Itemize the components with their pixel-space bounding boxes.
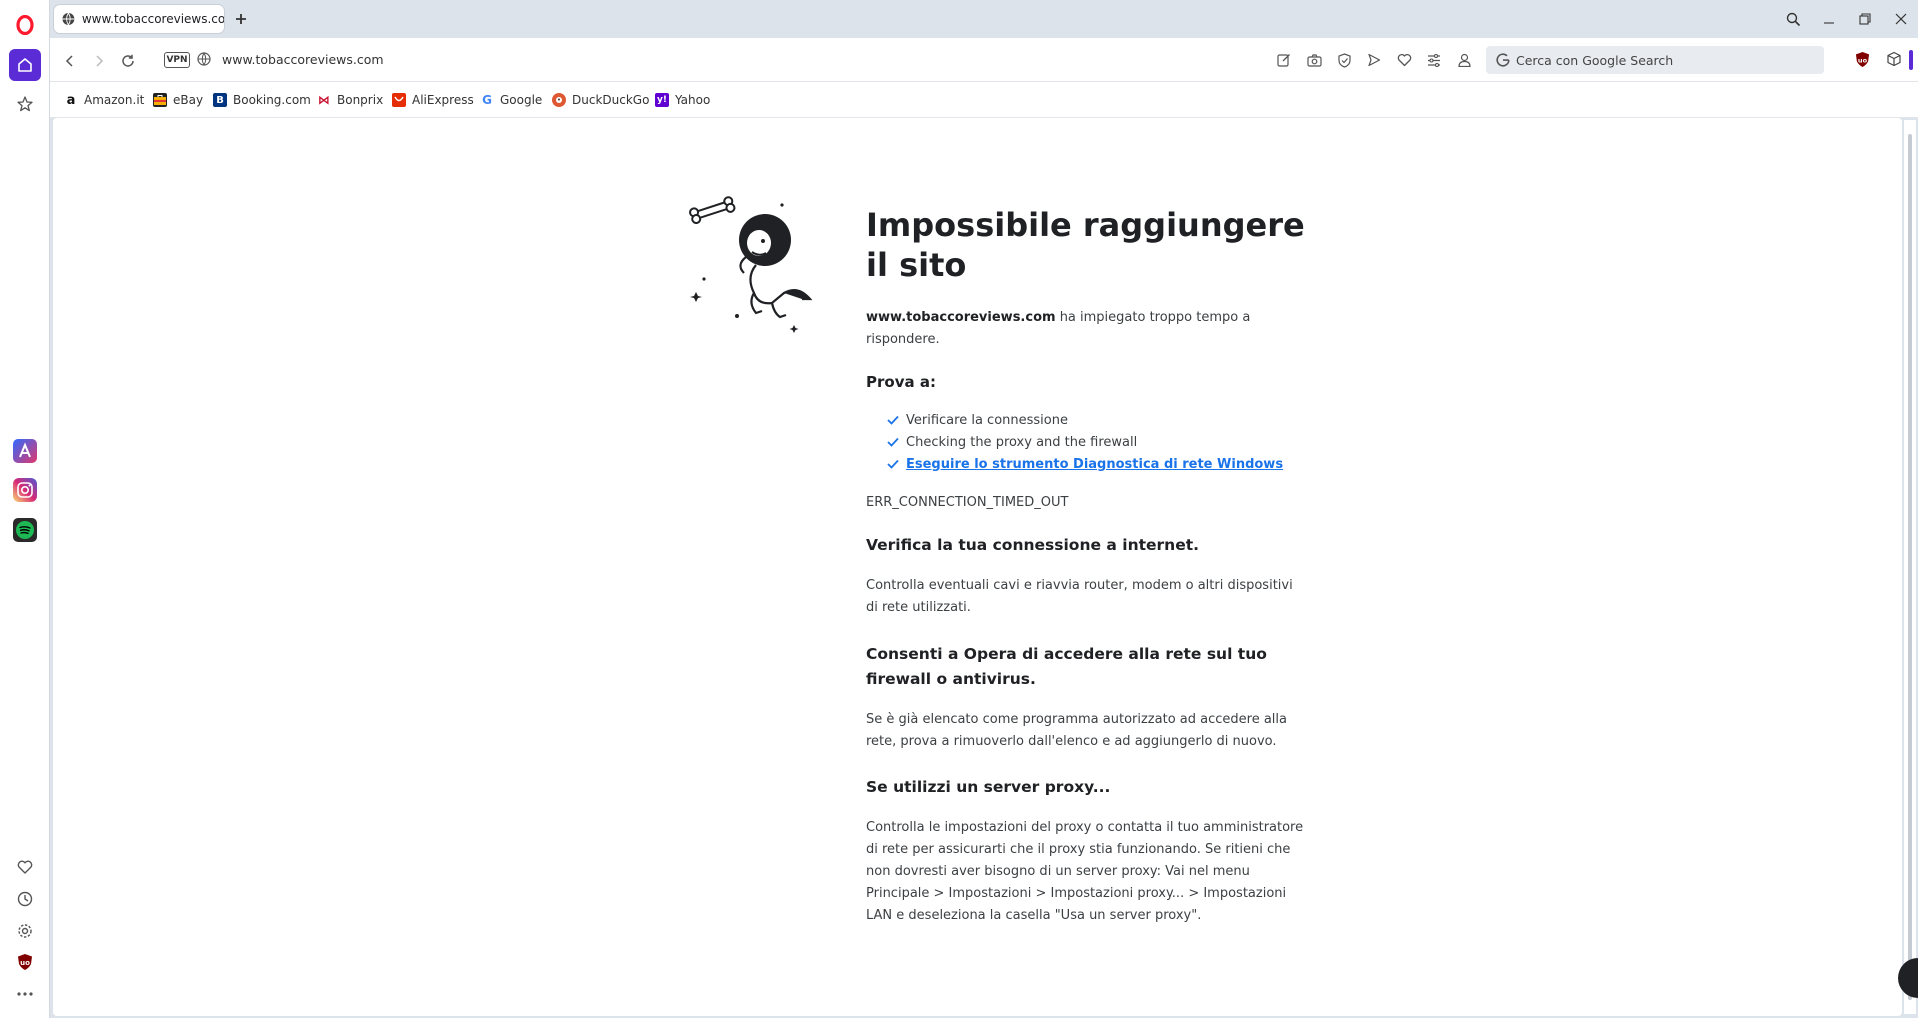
- home-icon[interactable]: [9, 49, 41, 81]
- minimize-icon[interactable]: [1815, 6, 1843, 32]
- suggestion-text: Verificare la connessione: [906, 413, 1068, 428]
- easy-setup-icon[interactable]: [1425, 51, 1443, 69]
- section-heading: Se utilizzi un server proxy...: [866, 778, 1111, 796]
- reload-button[interactable]: [116, 49, 140, 73]
- bookmark-label: eBay: [173, 93, 204, 107]
- settings-icon[interactable]: [9, 915, 41, 947]
- bookmark-label: Yahoo: [675, 93, 711, 107]
- edit-icon[interactable]: [1275, 51, 1293, 69]
- spotify-icon[interactable]: [9, 514, 41, 546]
- section-body: Controlla eventuali cavi e riavvia route…: [866, 578, 1293, 615]
- bookmark-label: Booking.com: [233, 93, 311, 107]
- active-tab[interactable]: www.tobaccoreviews.com: [54, 5, 224, 33]
- google-icon: [1496, 53, 1510, 67]
- bookmark-yahoo[interactable]: y! Yahoo: [655, 92, 710, 108]
- aliexpress-icon: [392, 93, 406, 107]
- send-icon[interactable]: [1365, 51, 1383, 69]
- list-item: Verificare la connessione: [866, 410, 1306, 432]
- search-input[interactable]: Cerca con Google Search: [1486, 46, 1824, 74]
- bookmark-label: Amazon.it: [84, 93, 145, 107]
- favorite-icon[interactable]: [1395, 51, 1413, 69]
- bookmark-label: Google: [500, 93, 543, 107]
- bookmark-google[interactable]: G Google: [480, 92, 542, 108]
- list-item: Checking the proxy and the firewall: [866, 432, 1306, 454]
- profile-icon[interactable]: [1455, 51, 1473, 69]
- bookmark-duckduckgo[interactable]: DuckDuckGo: [552, 92, 649, 108]
- ublock-icon[interactable]: uo: [9, 946, 41, 978]
- list-item: Eseguire lo strumento Diagnostica di ret…: [866, 454, 1306, 476]
- page-scrollbar[interactable]: [1904, 120, 1916, 1014]
- svg-text:uo: uo: [20, 959, 30, 967]
- shield-icon[interactable]: [1335, 51, 1353, 69]
- section-body: Controlla le impostazioni del proxy o co…: [866, 820, 1304, 923]
- suggestion-text: Checking the proxy and the firewall: [906, 435, 1138, 450]
- instagram-icon[interactable]: [9, 474, 41, 506]
- tab-title: www.tobaccoreviews.com: [81, 12, 224, 26]
- opera-logo[interactable]: [9, 9, 41, 41]
- bookmark-amazon[interactable]: a Amazon.it: [64, 92, 144, 108]
- bookmark-aliexpress[interactable]: AliExpress: [392, 92, 474, 108]
- address-bar: VPN www.tobaccoreviews.com Cerca con Goo…: [50, 38, 1918, 82]
- section-body: Se è già elencato come programma autoriz…: [866, 712, 1287, 749]
- try-heading: Prova a:: [866, 373, 936, 391]
- bookmark-ebay[interactable]: eBay: [153, 92, 203, 108]
- scrollbar-thumb[interactable]: [1908, 134, 1912, 1000]
- error-description: www.tobaccoreviews.com ha impiegato trop…: [866, 307, 1306, 351]
- close-icon[interactable]: [1887, 6, 1915, 32]
- aria-app-icon[interactable]: [9, 435, 41, 467]
- more-icon[interactable]: [9, 978, 41, 1010]
- suggestion-list: Verificare la connessione Checking the p…: [866, 410, 1306, 476]
- duckduckgo-icon: [552, 93, 566, 107]
- bookmark-label: DuckDuckGo: [572, 93, 650, 107]
- bookmarks-bar: a Amazon.it eBay B Booking.com ⋈ Bonprix…: [50, 82, 1918, 118]
- google-bookmark-icon: G: [480, 93, 494, 107]
- error-code: ERR_CONNECTION_TIMED_OUT: [866, 495, 1069, 510]
- restore-icon[interactable]: [1851, 6, 1879, 32]
- error-panel: Impossibile raggiungere il sito www.toba…: [866, 205, 1306, 927]
- check-icon: [887, 437, 899, 447]
- yahoo-icon: y!: [655, 93, 669, 107]
- section-heading: Consenti a Opera di accedere alla rete s…: [866, 645, 1267, 688]
- ublock-extension-icon[interactable]: uo: [1855, 51, 1870, 72]
- svg-text:uo: uo: [1858, 56, 1868, 64]
- bonprix-icon: ⋈: [317, 93, 331, 107]
- bookmark-label: AliExpress: [412, 93, 474, 107]
- tab-bar: www.tobaccoreviews.com: [50, 0, 1918, 38]
- new-tab-button[interactable]: [230, 8, 252, 30]
- booking-icon: B: [213, 93, 227, 107]
- check-icon: [887, 415, 899, 425]
- error-host: www.tobaccoreviews.com: [866, 310, 1056, 325]
- history-icon[interactable]: [9, 883, 41, 915]
- bookmark-bonprix[interactable]: ⋈ Bonprix: [317, 92, 383, 108]
- space-dog-illustration: [689, 196, 813, 333]
- extensions-icon[interactable]: [1886, 51, 1902, 71]
- section-heading: Verifica la tua connessione a internet.: [866, 536, 1200, 554]
- sidebar-accent-indicator: [1909, 50, 1913, 70]
- check-icon: [887, 459, 899, 469]
- site-info-icon[interactable]: [197, 52, 211, 66]
- error-title: Impossibile raggiungere il sito: [866, 206, 1305, 284]
- vpn-badge[interactable]: VPN: [164, 52, 190, 68]
- search-placeholder: Cerca con Google Search: [1516, 52, 1674, 68]
- url-field[interactable]: www.tobaccoreviews.com: [222, 52, 384, 67]
- sidebar: uo: [0, 0, 50, 1018]
- heart-icon[interactable]: [9, 851, 41, 883]
- globe-icon: [62, 12, 75, 26]
- forward-button[interactable]: [87, 49, 111, 73]
- bookmark-booking[interactable]: B Booking.com: [213, 92, 311, 108]
- bookmark-label: Bonprix: [337, 93, 384, 107]
- network-diagnostics-link[interactable]: Eseguire lo strumento Diagnostica di ret…: [906, 457, 1283, 472]
- amazon-icon: a: [64, 93, 78, 108]
- tab-search-icon[interactable]: [1779, 6, 1807, 32]
- snapshot-icon[interactable]: [1305, 51, 1323, 69]
- star-icon[interactable]: [9, 88, 41, 120]
- back-button[interactable]: [58, 49, 82, 73]
- ebay-icon: [153, 93, 167, 107]
